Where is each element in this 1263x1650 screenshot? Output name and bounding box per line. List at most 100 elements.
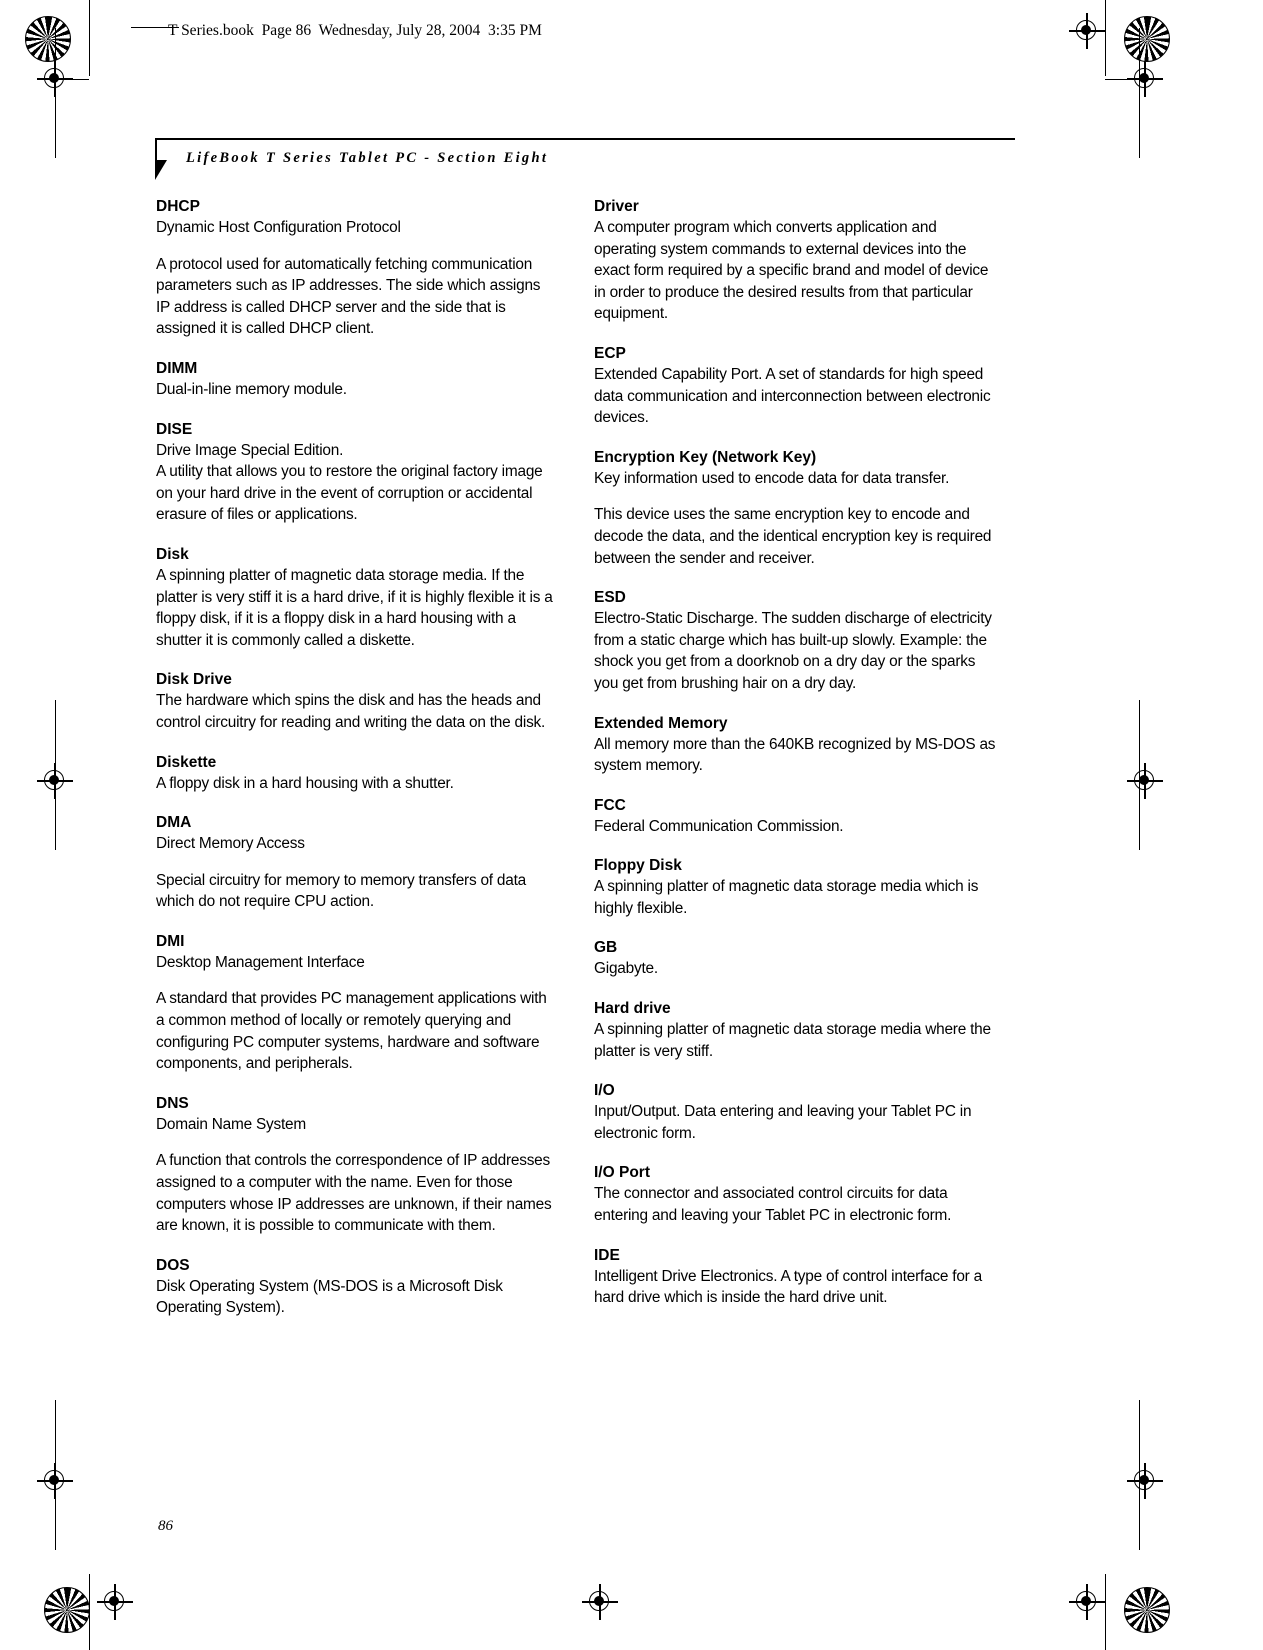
glossary-definition: Special circuitry for memory to memory t…: [156, 871, 526, 911]
header-triangle-marker: [155, 160, 167, 180]
glossary-term: DIMM: [156, 359, 198, 377]
crop-mark-mid-left-vertical: [55, 700, 56, 850]
glossary-entry: Floppy Disk A spinning platter of magneti…: [594, 855, 996, 919]
entry-spacer: [156, 913, 558, 931]
glossary-entry: Diskette A floppy disk in a hard housing …: [156, 752, 558, 795]
glossary-term: Disk Drive: [156, 671, 232, 689]
crop-mark-top-right-horizontal: [1105, 79, 1139, 80]
glossary-definition: Extended Capability Port. A set of stand…: [594, 365, 991, 427]
glossary-entry: DOS Disk Operating System (MS-DOS is a Mi…: [156, 1255, 558, 1319]
glossary-term: FCC: [594, 796, 626, 814]
glossary-term: DOS: [156, 1256, 190, 1274]
glossary-term: DMA: [156, 814, 192, 832]
glossary-definition: Federal Communication Commission.: [594, 817, 844, 835]
crop-mark-top-right-vertical: [1105, 0, 1106, 76]
glossary-entry: FCC Federal Communication Commission.: [594, 795, 996, 838]
entry-spacer: [594, 569, 996, 587]
glossary-entry: Driver A computer program which converts …: [594, 196, 996, 325]
glossary-definition: All memory more than the 640KB recognize…: [594, 735, 996, 775]
glossary-definition: Direct Memory Access: [156, 835, 305, 853]
crop-mark-bottom-right-vertical: [1105, 1574, 1106, 1650]
glossary-term: Driver: [594, 198, 639, 215]
glossary-term: Encryption Key (Network Key): [594, 448, 817, 466]
glossary-entry: ECP Extended Capability Port. A set of st…: [594, 343, 996, 429]
registration-rosette-bottom-left: [44, 1587, 90, 1633]
glossary-entry: IDE Intelligent Drive Electronics. A type…: [594, 1245, 996, 1309]
entry-spacer: [594, 325, 996, 343]
registration-target-bottom-inner-right: [1069, 1584, 1105, 1620]
glossary-entry: Extended Memory All memory more than the …: [594, 713, 996, 777]
entry-spacer: [594, 695, 996, 713]
glossary-term: Diskette: [156, 753, 217, 771]
glossary-definition: A floppy disk in a hard housing with a s…: [156, 774, 454, 792]
glossary-definition: A spinning platter of magnetic data stor…: [594, 878, 979, 917]
glossary-definition: Electro-Static Discharge. The sudden dis…: [594, 610, 992, 692]
glossary-term: DISE: [156, 420, 193, 438]
entry-spacer: [156, 1075, 558, 1093]
glossary-term: IDE: [594, 1246, 620, 1264]
crop-mark-lower-right-vertical: [1139, 1400, 1140, 1550]
registration-target-mid-right: [1127, 763, 1163, 799]
glossary-entry: Encryption Key (Network Key) Key informat…: [594, 447, 996, 569]
glossary-term: GB: [594, 939, 618, 957]
registration-rosette-bottom-right: [1124, 1587, 1170, 1633]
glossary-term: DHCP: [156, 198, 200, 215]
glossary-definition: The hardware which spins the disk and ha…: [156, 692, 546, 731]
glossary-entry: I/O Port The connector and associated con…: [594, 1162, 996, 1226]
glossary-definition: Domain Name System: [156, 1115, 306, 1133]
crop-mark-upper-right-vertical: [1139, 28, 1140, 158]
document-page: T Series.book Page 86 Wednesday, July 28…: [0, 0, 1263, 1650]
entry-spacer: [156, 651, 558, 669]
glossary-column-right: Driver A computer program which converts …: [594, 196, 996, 1309]
glossary-term: Hard drive: [594, 1000, 671, 1018]
glossary-term: DMI: [156, 932, 185, 950]
entry-spacer: [594, 777, 996, 795]
glossary-entry: I/O Input/Output. Data entering and leavi…: [594, 1080, 996, 1144]
glossary-definition: A computer program which converts applic…: [594, 219, 989, 323]
glossary-definition: A spinning platter of magnetic data stor…: [156, 566, 553, 649]
crop-mark-upper-left-vertical: [55, 28, 56, 158]
file-info-banner: T Series.book Page 86 Wednesday, July 28…: [168, 22, 542, 39]
crop-mark-top-left-vertical: [89, 0, 90, 76]
glossary-entry: Hard drive A spinning platter of magnetic…: [594, 998, 996, 1062]
entry-spacer: [156, 340, 558, 358]
glossary-definition: This device uses the same encryption key…: [594, 506, 992, 567]
glossary-term: I/O: [594, 1082, 615, 1100]
glossary-definition: Intelligent Drive Electronics. A type of…: [594, 1267, 982, 1307]
registration-rosette-top-left: [25, 16, 71, 62]
registration-rosette-top-right: [1124, 16, 1170, 62]
glossary-definition: Dual-in-line memory module.: [156, 380, 347, 398]
glossary-definition: Input/Output. Data entering and leaving …: [594, 1103, 972, 1142]
entry-spacer: [594, 1062, 996, 1080]
page-number: 86: [158, 1518, 173, 1534]
glossary-definition: Key information used to encode data for …: [594, 469, 950, 487]
entry-spacer: [156, 1237, 558, 1255]
glossary-definition: Gigabyte.: [594, 960, 658, 978]
glossary-definition: A utility that allows you to restore the…: [156, 463, 543, 524]
registration-target-bottom-center: [582, 1584, 618, 1620]
glossary-entry: DMI Desktop Management Interface A standar…: [156, 931, 558, 1075]
glossary-term: DNS: [156, 1094, 189, 1112]
glossary-term: ESD: [594, 589, 626, 607]
glossary-definition: Drive Image Special Edition.: [156, 441, 344, 459]
crop-mark-mid-right-vertical: [1139, 700, 1140, 850]
entry-spacer: [594, 429, 996, 447]
entry-spacer: [594, 980, 996, 998]
entry-spacer: [594, 1227, 996, 1245]
header-rule: [155, 138, 1015, 140]
glossary-definition: A spinning platter of magnetic data stor…: [594, 1021, 991, 1060]
glossary-definition: The connector and associated control cir…: [594, 1185, 952, 1225]
glossary-definition: A protocol used for automatically fetchi…: [156, 255, 541, 338]
glossary-term: Floppy Disk: [594, 857, 682, 875]
glossary-definition: A standard that provides PC management a…: [156, 990, 547, 1073]
glossary-term: Extended Memory: [594, 714, 728, 732]
crop-mark-top-left-horizontal: [55, 79, 89, 80]
entry-spacer: [156, 401, 558, 419]
glossary-column-left: DHCP Dynamic Host Configuration Protocol A…: [156, 196, 558, 1319]
registration-target-top-inner-right: [1069, 13, 1105, 49]
glossary-entry: DIMM Dual-in-line memory module.: [156, 358, 558, 401]
glossary-entry: DISE Drive Image Special Edition. A utilit…: [156, 419, 558, 526]
